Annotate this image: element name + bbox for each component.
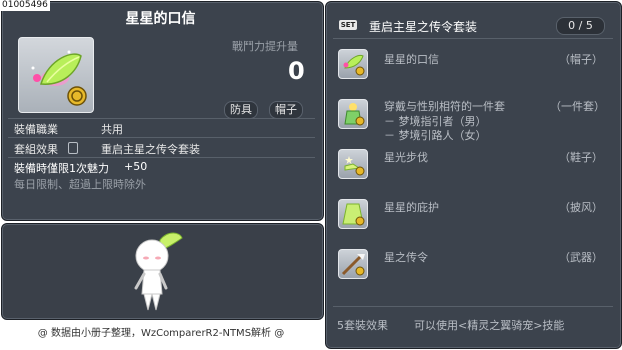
leaf-hat-icon[interactable] [338,49,368,79]
category-tag-hat: 帽子 [269,101,303,119]
leaf-hat-icon [343,55,365,76]
set-item-name[interactable]: 穿戴与性别相符的一件套 [384,98,505,114]
set-effect-value[interactable]: 重启主星之传令套装 [101,141,200,157]
set-item-name[interactable]: 星光步伐 [384,149,428,165]
equip-limit-bonus: +50 [124,160,148,173]
set-item-name[interactable]: 星星的口信 [384,51,439,67]
daily-limit-text: 每日限制、超過上限時除外 [14,178,146,191]
job-value: 共用 [101,123,123,136]
cape-icon[interactable] [338,199,368,229]
set-item-sub: － 梦境引路人（女） [384,129,487,142]
equip-limit-text: 裝備時僅限1次魅力 [14,162,109,175]
set-item-name[interactable]: 星之传令 [384,249,428,265]
job-label: 裝備職業 [14,123,58,136]
divider [8,137,315,138]
set-item-slot: （披风） [559,201,603,214]
set-owned-count: 0 / 5 [556,17,605,35]
item-title: 星星的口信 [125,11,196,27]
power-increase-value: 0 [288,57,305,85]
leaf-hat-icon [31,50,87,106]
set-effect-label: 套組效果 [14,143,58,156]
set-item-name[interactable]: 星星的庇护 [384,199,439,215]
set-badge-icon: SET [339,20,357,30]
set-item-slot: （一件套） [550,100,605,113]
divider [8,157,315,158]
set-item-slot: （武器） [559,251,603,264]
outfit-icon[interactable] [338,99,368,129]
cape-icon [342,203,365,226]
set-item-slot: （鞋子） [559,151,603,164]
weapon-icon[interactable] [338,249,368,279]
set-item-slot: （帽子） [559,53,603,66]
character-avatar [134,232,183,311]
set-link-icon[interactable] [68,142,78,154]
divider [8,118,315,119]
outfit-icon [344,103,365,126]
weapon-icon [341,254,365,276]
set-bonus-label: 5套裝效果 [337,319,388,332]
star-shoes-icon[interactable] [338,149,368,179]
power-increase-label: 戰鬥力提升量 [232,40,298,53]
set-title: 重启主星之传令套装 [369,20,478,34]
divider [333,306,613,307]
item-icon-frame [18,37,94,113]
set-bonus-text: 可以使用<精灵之翼骑宠>技能 [414,319,565,332]
divider [333,38,613,39]
star-shoes-icon [344,156,365,176]
data-source-footer: @ 数据由小册子整理，WzComparerR2-NTMS解析 @ [37,328,285,339]
category-tag-armor: 防具 [224,101,258,119]
